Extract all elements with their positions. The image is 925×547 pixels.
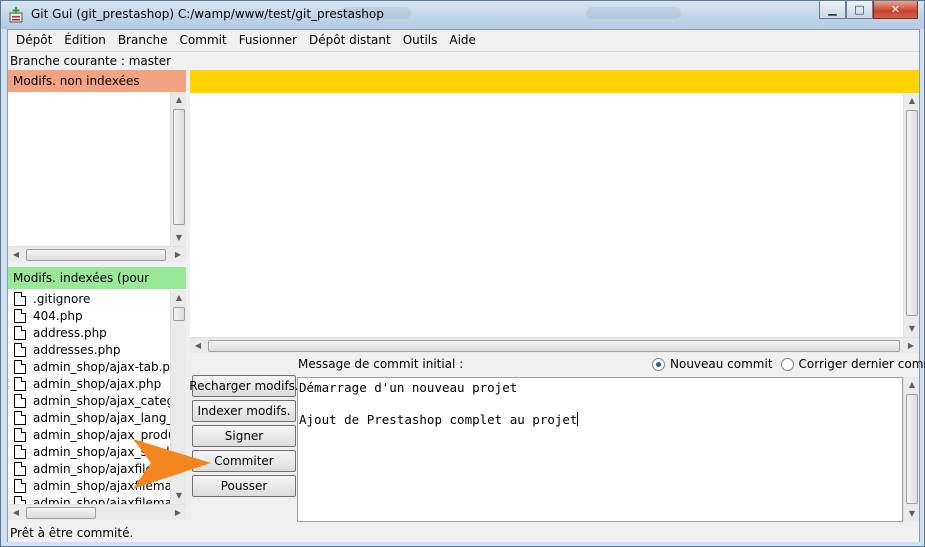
file-icon <box>14 376 26 391</box>
commit-message-line: Ajout de Prestashop complet au projet <box>299 412 901 428</box>
menu-depot[interactable]: Dépôt <box>10 30 58 50</box>
staged-file-row[interactable]: admin_shop/ajax_lang_pa <box>8 409 170 426</box>
file-icon <box>14 444 26 459</box>
current-branch-label: Branche courante : master <box>8 51 919 69</box>
staged-file-row[interactable]: .gitignore <box>8 290 170 307</box>
file-name: admin_shop/ajax-tab.php <box>33 359 170 374</box>
file-icon <box>14 291 26 306</box>
git-gui-window: Git Gui (git_prestashop) C:/wamp/www/tes… <box>0 0 925 547</box>
unstaged-file-list[interactable] <box>8 92 170 246</box>
file-icon <box>14 495 26 504</box>
diff-header <box>190 70 919 93</box>
staged-file-row[interactable]: admin_shop/ajax-tab.php <box>8 358 170 375</box>
file-name: admin_shop/ajax.php <box>33 376 162 391</box>
message-vertical-scrollbar[interactable]: ▲ ▼ <box>903 377 919 522</box>
file-name: addresses.php <box>33 342 121 357</box>
menu-depot-distant[interactable]: Dépôt distant <box>303 30 397 50</box>
file-icon <box>14 325 26 340</box>
amend-commit-label[interactable]: Corriger dernier commit <box>799 357 925 371</box>
staged-file-row[interactable]: admin_shop/ajaxfilemana <box>8 494 170 504</box>
blurred-background <box>586 7 681 19</box>
file-name: admin_shop/ajax_lang_pa <box>33 410 170 425</box>
menu-aide[interactable]: Aide <box>443 30 482 50</box>
file-icon <box>14 308 26 323</box>
scrollbar-thumb[interactable] <box>26 507 96 519</box>
title-bar: Git Gui (git_prestashop) C:/wamp/www/tes… <box>1 1 924 29</box>
scroll-down-arrow-icon[interactable]: ▼ <box>904 506 920 522</box>
scroll-up-arrow-icon[interactable]: ▲ <box>904 93 920 109</box>
scroll-right-arrow-icon[interactable]: ▶ <box>170 505 186 521</box>
commit-message-line <box>299 396 901 412</box>
scrollbar-thumb[interactable] <box>173 307 185 321</box>
diff-vertical-scrollbar[interactable]: ▲ ▼ <box>903 93 919 337</box>
scrollbar-thumb[interactable] <box>208 340 900 352</box>
staged-file-row[interactable]: addresses.php <box>8 341 170 358</box>
scroll-right-arrow-icon[interactable]: ▶ <box>903 338 919 354</box>
file-icon <box>14 461 26 476</box>
scroll-up-arrow-icon[interactable]: ▲ <box>171 92 187 108</box>
scrollbar-thumb[interactable] <box>906 394 918 504</box>
unstaged-changes-header: Modifs. non indexées <box>8 70 186 92</box>
file-icon <box>14 359 26 374</box>
status-bar: Prêt à être commité. <box>8 525 919 542</box>
commit-mode-radio-group: Nouveau commit Corriger dernier commit <box>652 357 925 371</box>
orange-arrow-annotation-icon <box>133 439 211 489</box>
scroll-right-arrow-icon[interactable]: ▶ <box>170 247 186 263</box>
menu-commit[interactable]: Commit <box>174 30 233 50</box>
text-caret <box>577 412 579 426</box>
file-icon <box>14 342 26 357</box>
scroll-up-arrow-icon[interactable]: ▲ <box>904 377 920 393</box>
scrollbar-thumb[interactable] <box>173 109 185 225</box>
stage-changed-button[interactable]: Indexer modifs. <box>192 400 296 422</box>
close-button[interactable]: ✕ <box>873 1 918 19</box>
scrollbar-thumb[interactable] <box>26 249 166 261</box>
unstaged-vertical-scrollbar[interactable]: ▲ ▼ <box>170 92 186 246</box>
menu-outils[interactable]: Outils <box>397 30 444 50</box>
rescan-button[interactable]: Recharger modifs. <box>189 375 299 397</box>
file-icon <box>14 478 26 493</box>
menu-edition[interactable]: Édition <box>58 30 112 50</box>
new-commit-label[interactable]: Nouveau commit <box>670 357 773 371</box>
staged-file-row[interactable]: address.php <box>8 324 170 341</box>
diff-horizontal-scrollbar[interactable]: ◀ ▶ <box>190 337 919 353</box>
commit-message-text: Ajout de Prestashop complet au projet <box>299 412 578 427</box>
file-icon <box>14 393 26 408</box>
scroll-up-arrow-icon[interactable]: ▲ <box>171 290 187 306</box>
diff-view[interactable] <box>190 93 903 337</box>
file-name: admin_shop/ajax_categor <box>33 393 170 408</box>
file-name: admin_shop/ajaxfilemana <box>33 495 170 505</box>
commit-message-input[interactable]: Démarrage d'un nouveau projet Ajout de Pr… <box>297 377 903 522</box>
file-name: address.php <box>33 325 107 340</box>
file-name: .gitignore <box>33 291 91 306</box>
menu-branche[interactable]: Branche <box>112 30 174 50</box>
staged-changes-header: Modifs. indexées (pour commit) <box>8 267 186 307</box>
file-icon <box>14 427 26 442</box>
git-gui-app-icon <box>9 7 23 23</box>
commit-message-line: Démarrage d'un nouveau projet <box>299 380 518 395</box>
menu-bar: Dépôt Édition Branche Commit Fusionner D… <box>8 30 919 50</box>
scroll-left-arrow-icon[interactable]: ◀ <box>8 247 24 263</box>
amend-commit-radio[interactable] <box>780 357 794 371</box>
commit-message-label: Message de commit initial : <box>298 357 464 371</box>
staged-horizontal-scrollbar[interactable]: ◀ ▶ <box>8 504 186 520</box>
new-commit-radio[interactable] <box>652 357 665 371</box>
minimize-button[interactable]: ▁ <box>819 1 846 19</box>
scroll-left-arrow-icon[interactable]: ◀ <box>190 338 206 354</box>
staged-file-row[interactable]: 404.php <box>8 307 170 324</box>
window-title: Git Gui (git_prestashop) C:/wamp/www/tes… <box>31 7 384 21</box>
file-name: 404.php <box>33 308 83 323</box>
menu-fusionner[interactable]: Fusionner <box>233 30 303 50</box>
scroll-left-arrow-icon[interactable]: ◀ <box>8 505 24 521</box>
staged-file-row[interactable]: admin_shop/ajax.php <box>8 375 170 392</box>
file-icon <box>14 410 26 425</box>
scroll-down-arrow-icon[interactable]: ▼ <box>904 321 920 337</box>
scroll-down-arrow-icon[interactable]: ▼ <box>171 230 187 246</box>
maximize-button[interactable]: □ <box>846 1 873 19</box>
scrollbar-thumb[interactable] <box>906 110 918 316</box>
staged-file-row[interactable]: admin_shop/ajax_categor <box>8 392 170 409</box>
unstaged-horizontal-scrollbar[interactable]: ◀ ▶ <box>8 246 186 262</box>
